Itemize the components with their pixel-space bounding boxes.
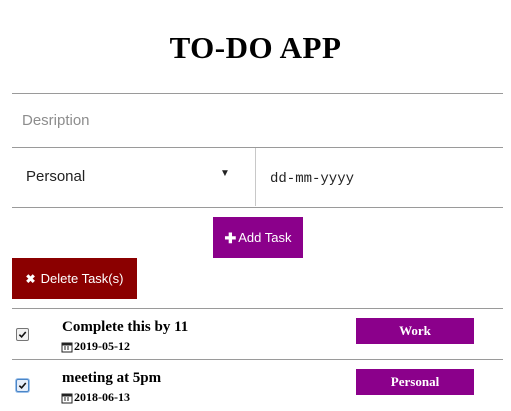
- delete-tasks-button[interactable]: ✖ Delete Task(s): [12, 258, 137, 299]
- task-checkbox[interactable]: [16, 379, 29, 392]
- date-input[interactable]: dd-mm-yyyy: [270, 171, 354, 187]
- add-task-label: Add Task: [238, 230, 292, 245]
- calendar-icon: [61, 341, 73, 353]
- task-title: Complete this by 11: [62, 319, 189, 335]
- delete-tasks-label: Delete Task(s): [40, 271, 124, 286]
- plus-icon: ✚: [224, 229, 237, 246]
- times-icon: ✖: [25, 271, 36, 286]
- description-input[interactable]: [12, 94, 503, 147]
- task-category-badge: Personal: [356, 369, 474, 395]
- divider: [12, 207, 503, 208]
- page-title: TO-DO APP: [169, 30, 342, 65]
- category-select-value: Personal: [26, 168, 86, 185]
- caret-down-icon: ▼: [220, 168, 230, 179]
- task-category-badge: Work: [356, 318, 474, 344]
- task-date: 2019-05-12: [61, 339, 130, 354]
- calendar-icon: [61, 392, 73, 404]
- task-checkbox[interactable]: [16, 328, 29, 341]
- add-task-button[interactable]: ✚ Add Task: [213, 217, 303, 258]
- task-title: meeting at 5pm: [62, 370, 162, 386]
- task-date-text: 2018-06-13: [74, 390, 130, 404]
- task-row: meeting at 5pm 2018-06-13 Personal: [12, 360, 503, 410]
- task-row: Complete this by 11 2019-05-12 Work: [12, 309, 503, 359]
- task-date-text: 2019-05-12: [74, 339, 130, 353]
- category-select[interactable]: Personal ▼: [12, 148, 256, 206]
- task-date: 2018-06-13: [61, 390, 130, 405]
